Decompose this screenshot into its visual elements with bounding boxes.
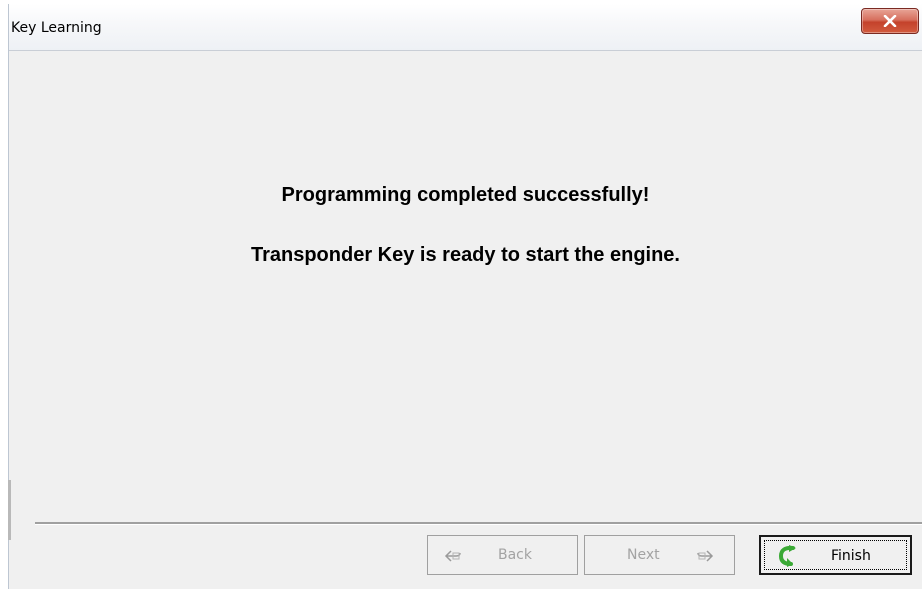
close-icon xyxy=(883,15,897,27)
ready-message: Transponder Key is ready to start the en… xyxy=(250,244,680,266)
back-button[interactable]: Back xyxy=(427,535,578,575)
success-message: Programming completed successfully! xyxy=(281,184,650,206)
next-button[interactable]: Next xyxy=(584,535,735,575)
window-edge-strip xyxy=(8,480,11,540)
window-title: Key Learning xyxy=(11,20,102,36)
next-button-label: Next xyxy=(627,547,660,563)
green-return-arrow-icon xyxy=(775,545,799,571)
close-button[interactable] xyxy=(861,8,919,34)
finish-button-label: Finish xyxy=(831,548,871,564)
next-arrow-icon xyxy=(695,549,715,567)
finish-button[interactable]: Finish xyxy=(759,535,912,575)
button-separator xyxy=(35,522,922,525)
title-bar[interactable]: Key Learning xyxy=(9,4,922,51)
back-button-label: Back xyxy=(498,547,532,563)
key-learning-dialog: Key Learning Programming completed succe… xyxy=(8,4,922,589)
back-arrow-icon xyxy=(443,549,463,567)
